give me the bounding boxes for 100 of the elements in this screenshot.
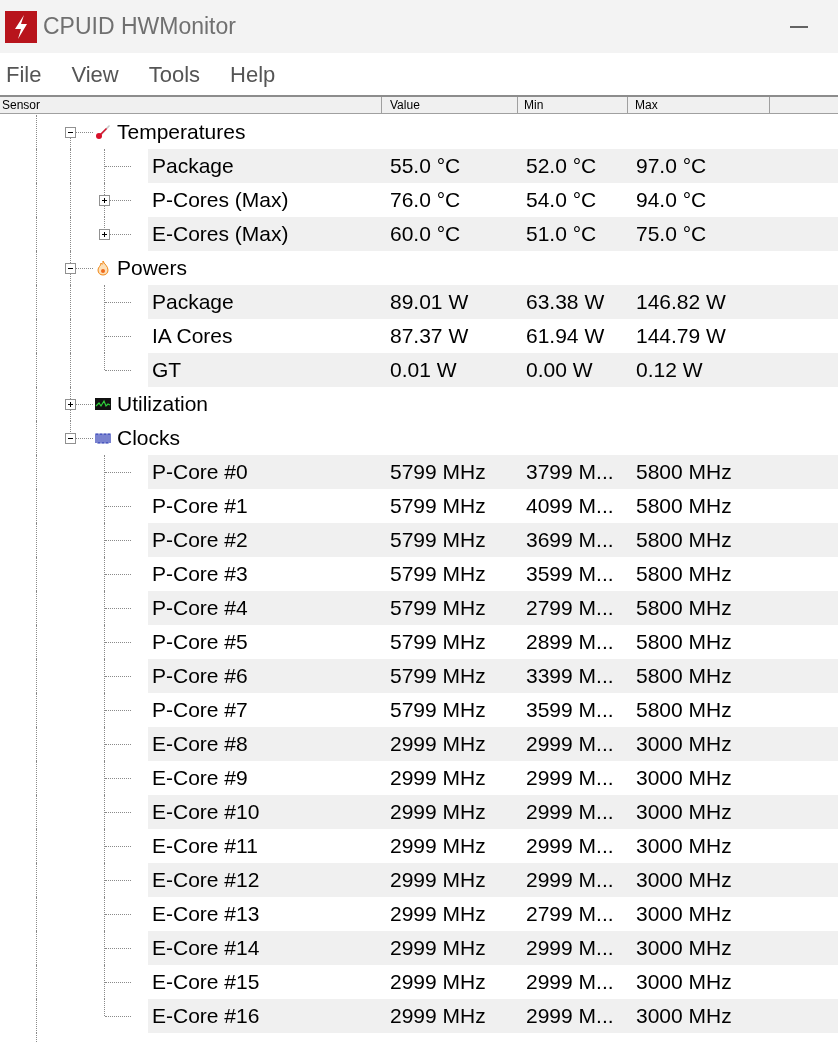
sensor-value: 5799 MHz bbox=[389, 493, 487, 520]
sensor-max: 5800 MHz bbox=[635, 629, 732, 656]
sensor-min: 3799 M... bbox=[525, 459, 615, 486]
menu-item[interactable]: File bbox=[6, 57, 42, 91]
expand-icon[interactable] bbox=[65, 399, 76, 410]
group-name[interactable]: Temperatures bbox=[117, 116, 246, 148]
sensor-min: 63.38 W bbox=[525, 289, 606, 316]
graph-icon bbox=[95, 396, 111, 412]
sensor-min: 2999 M... bbox=[525, 799, 615, 826]
sensor-max: 146.82 W bbox=[635, 289, 726, 316]
sensor-max: 75.0 °C bbox=[635, 221, 707, 248]
sensor-max: 144.79 W bbox=[635, 323, 726, 350]
sensor-value: 5799 MHz bbox=[389, 595, 487, 622]
sensor-min: 3599 M... bbox=[525, 697, 615, 724]
sensor-min: 2999 M... bbox=[525, 765, 615, 792]
sensor-name: E-Core #14 bbox=[151, 935, 261, 962]
column-header[interactable]: Min bbox=[518, 97, 628, 113]
sensor-value: 5799 MHz bbox=[389, 527, 487, 554]
sensor-name: P-Core #6 bbox=[151, 663, 249, 690]
sensor-name: E-Core #16 bbox=[151, 1003, 261, 1030]
sensor-min: 2799 M... bbox=[525, 595, 615, 622]
sensor-name: E-Core #10 bbox=[151, 799, 261, 826]
column-header[interactable]: Value bbox=[382, 97, 518, 113]
sensor-value: 2999 MHz bbox=[389, 901, 487, 928]
sensor-value: 2999 MHz bbox=[389, 799, 487, 826]
sensor-max: 3000 MHz bbox=[635, 833, 732, 860]
sensor-value: 76.0 °C bbox=[389, 187, 462, 214]
sensor-value: 60.0 °C bbox=[389, 221, 462, 248]
group-name[interactable]: Clocks bbox=[117, 422, 180, 454]
sensor-min: 2999 M... bbox=[525, 1003, 615, 1030]
collapse-icon[interactable] bbox=[65, 127, 76, 138]
sensor-max: 5800 MHz bbox=[635, 697, 732, 724]
sensor-name: E-Core #12 bbox=[151, 867, 261, 894]
sensor-min: 2999 M... bbox=[525, 731, 615, 758]
sensor-value: 2999 MHz bbox=[389, 833, 487, 860]
sensor-min: 61.94 W bbox=[525, 323, 606, 350]
sensor-value: 5799 MHz bbox=[389, 697, 487, 724]
sensor-value: 2999 MHz bbox=[389, 935, 487, 962]
app-logo-icon bbox=[5, 10, 37, 43]
sensor-name: E-Cores (Max) bbox=[151, 221, 290, 248]
group-name[interactable]: Powers bbox=[117, 252, 188, 284]
sensor-value: 2999 MHz bbox=[389, 731, 487, 758]
sensor-value: 5799 MHz bbox=[389, 629, 487, 656]
thermometer-icon bbox=[95, 124, 111, 140]
sensor-name: E-Core #13 bbox=[151, 901, 261, 928]
sensor-max: 5800 MHz bbox=[635, 561, 732, 588]
sensor-min: 3399 M... bbox=[525, 663, 615, 690]
sensor-min: 2799 M... bbox=[525, 901, 615, 928]
sensor-max: 5800 MHz bbox=[635, 527, 732, 554]
sensor-name: GT bbox=[151, 357, 183, 384]
column-header[interactable]: Max bbox=[628, 97, 770, 113]
sensor-value: 5799 MHz bbox=[389, 561, 487, 588]
sensor-value: 55.0 °C bbox=[389, 153, 462, 180]
sensor-min: 0.00 W bbox=[525, 357, 594, 384]
sensor-name: P-Core #4 bbox=[151, 595, 249, 622]
collapse-icon[interactable] bbox=[65, 433, 76, 444]
sensor-name: E-Core #11 bbox=[151, 833, 259, 860]
sensor-value: 2999 MHz bbox=[389, 765, 487, 792]
expand-icon[interactable] bbox=[99, 195, 110, 206]
sensor-name: E-Core #15 bbox=[151, 969, 261, 996]
sensor-min: 2999 M... bbox=[525, 833, 615, 860]
sensor-value: 5799 MHz bbox=[389, 459, 487, 486]
menu-item[interactable]: Help bbox=[230, 57, 276, 91]
sensor-max: 94.0 °C bbox=[635, 187, 707, 214]
pulse-wave-icon bbox=[95, 430, 111, 446]
flame-icon bbox=[95, 260, 111, 276]
sensor-value: 5799 MHz bbox=[389, 663, 487, 690]
sensor-name: P-Core #7 bbox=[151, 697, 249, 724]
sensor-name: E-Core #8 bbox=[151, 731, 249, 758]
sensor-name: IA Cores bbox=[151, 323, 234, 350]
sensor-value: 2999 MHz bbox=[389, 867, 487, 894]
sensor-name: P-Cores (Max) bbox=[151, 187, 290, 214]
sensor-value: 2999 MHz bbox=[389, 1003, 487, 1030]
sensor-max: 97.0 °C bbox=[635, 153, 707, 180]
sensor-name: Package bbox=[151, 289, 235, 316]
sensor-min: 4099 M... bbox=[525, 493, 615, 520]
group-name[interactable]: Utilization bbox=[117, 388, 209, 420]
sensor-max: 3000 MHz bbox=[635, 765, 732, 792]
sensor-name: P-Core #0 bbox=[151, 459, 249, 486]
sensor-value: 2999 MHz bbox=[389, 969, 487, 996]
sensor-max: 5800 MHz bbox=[635, 459, 732, 486]
sensor-min: 54.0 °C bbox=[525, 187, 598, 214]
column-header[interactable]: Sensor bbox=[0, 97, 382, 113]
sensor-min: 2899 M... bbox=[525, 629, 615, 656]
sensor-name: P-Core #1 bbox=[151, 493, 249, 520]
sensor-max: 5800 MHz bbox=[635, 595, 732, 622]
sensor-name: P-Core #3 bbox=[151, 561, 249, 588]
sensor-min: 51.0 °C bbox=[525, 221, 598, 248]
window-title: CPUID HWMonitor bbox=[43, 12, 236, 42]
expand-icon[interactable] bbox=[99, 229, 110, 240]
sensor-max: 3000 MHz bbox=[635, 969, 732, 996]
sensor-min: 2999 M... bbox=[525, 935, 615, 962]
sensor-max: 3000 MHz bbox=[635, 731, 732, 758]
sensor-min: 3599 M... bbox=[525, 561, 615, 588]
sensor-name: E-Core #9 bbox=[151, 765, 249, 792]
menu-item[interactable]: View bbox=[71, 57, 119, 91]
sensor-min: 2999 M... bbox=[525, 969, 615, 996]
sensor-min: 2999 M... bbox=[525, 867, 615, 894]
collapse-icon[interactable] bbox=[65, 263, 76, 274]
menu-item[interactable]: Tools bbox=[148, 57, 201, 91]
